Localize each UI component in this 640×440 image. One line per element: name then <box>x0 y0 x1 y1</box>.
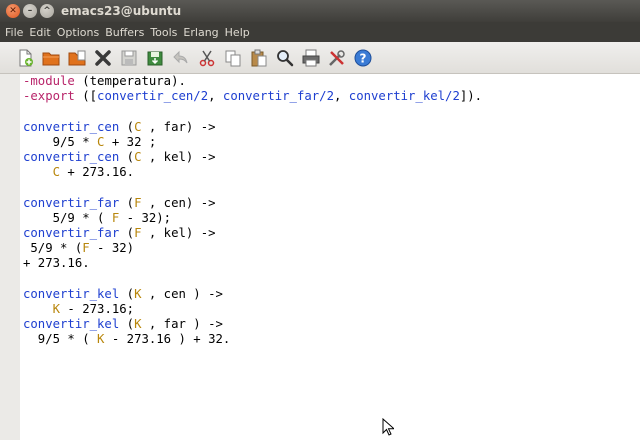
code-line: 5/9 * ( F - 32); <box>23 211 482 226</box>
code-line: convertir_far (F , cen) -> <box>23 196 482 211</box>
new-file-icon[interactable] <box>14 47 36 69</box>
svg-text:?: ? <box>360 51 367 65</box>
code-text-run: 9/5 * ( <box>23 332 98 347</box>
title-bar: ✕ – ^ emacs23@ubuntu <box>0 0 640 22</box>
code-text-run: ( <box>119 317 135 331</box>
paste-icon[interactable] <box>248 47 270 69</box>
code-text-run: ( <box>119 119 135 134</box>
code-text-run: , <box>208 89 223 104</box>
mouse-cursor-icon <box>382 418 394 436</box>
menu-file[interactable]: File <box>4 26 28 39</box>
code-keyword: -module <box>23 74 75 88</box>
code-text-run: - 32); <box>119 210 172 225</box>
cut-icon[interactable] <box>196 47 218 69</box>
print-icon[interactable] <box>300 47 322 69</box>
code-text-run: , kel) -> <box>141 149 216 164</box>
code-function: convertir_kel <box>23 286 120 301</box>
code-line: convertir_far (F , kel) -> <box>23 226 482 241</box>
code-text-run: , far ) -> <box>141 317 223 331</box>
code-line: convertir_cen (C , far) -> <box>23 120 482 135</box>
menu-erlang[interactable]: Erlang <box>182 26 223 39</box>
code-line: + 273.16. <box>23 256 482 271</box>
code-text-run <box>23 165 53 179</box>
code-function: convertir_far <box>23 195 120 210</box>
save-as-icon[interactable] <box>144 47 166 69</box>
code-text-run <box>23 302 53 316</box>
menu-tools[interactable]: Tools <box>149 26 182 39</box>
code-text-run: , kel) -> <box>141 225 216 240</box>
menu-buffers[interactable]: Buffers <box>104 26 149 39</box>
toolbar: ? <box>0 42 640 74</box>
code-line: -export ([convertir_cen/2, convertir_far… <box>23 89 482 104</box>
code-line: -module (temperatura). <box>23 74 482 89</box>
save-icon[interactable] <box>118 47 140 69</box>
copy-icon[interactable] <box>222 47 244 69</box>
code-function: convertir_kel/2 <box>348 89 460 104</box>
code-text-run: 5/9 * ( <box>23 241 83 256</box>
code-text-run: , cen) -> <box>141 195 216 210</box>
code-function: convertir_far <box>23 225 120 240</box>
minimize-window-icon[interactable]: – <box>23 4 37 18</box>
code-variable: F <box>82 241 90 256</box>
code-text-run: ( <box>119 225 135 240</box>
code-text-run: 5/9 * ( <box>23 210 112 225</box>
code-text-run: - 273.16 ) + 32. <box>104 332 231 347</box>
open-dir-icon[interactable] <box>66 47 88 69</box>
close-buffer-icon[interactable] <box>92 47 114 69</box>
undo-icon[interactable] <box>170 47 192 69</box>
code-text-run: ( <box>119 149 135 164</box>
code-text[interactable]: -module (temperatura). -export ([converti… <box>23 74 482 347</box>
code-text-run: , cen ) -> <box>141 286 223 301</box>
code-line: 9/5 * C + 32 ; <box>23 135 482 150</box>
code-line: convertir_kel (K , cen ) -> <box>23 287 482 302</box>
menu-edit[interactable]: Edit <box>28 26 55 39</box>
code-variable: K <box>52 301 61 316</box>
menu-options[interactable]: Options <box>56 26 104 39</box>
code-line: 9/5 * ( K - 273.16 ) + 32. <box>23 332 482 347</box>
code-function: convertir_cen <box>23 149 120 164</box>
code-text-run: + 273.16. <box>23 256 90 271</box>
search-icon[interactable] <box>274 47 296 69</box>
window-title: emacs23@ubuntu <box>61 4 182 18</box>
menu-help[interactable]: Help <box>224 26 255 39</box>
open-folder-icon[interactable] <box>40 47 62 69</box>
close-window-icon[interactable]: ✕ <box>6 4 20 18</box>
code-function: convertir_far/2 <box>222 89 334 104</box>
preferences-icon[interactable] <box>326 47 348 69</box>
code-function: convertir_kel <box>23 317 120 331</box>
code-text-run: ( <box>119 286 135 301</box>
code-line: K - 273.16; <box>23 302 482 317</box>
code-line: C + 273.16. <box>23 165 482 180</box>
code-text-run: ([ <box>74 89 98 104</box>
maximize-window-icon[interactable]: ^ <box>40 4 54 18</box>
code-text-run: + 273.16. <box>60 165 135 180</box>
code-text-run: , far) -> <box>141 119 216 134</box>
menu-bar: File Edit Options Buffers Tools Erlang Help <box>0 22 640 42</box>
code-text-run: - 273.16; <box>60 301 135 316</box>
help-icon[interactable]: ? <box>352 47 374 69</box>
code-text-run: 9/5 * <box>23 134 98 149</box>
code-text-run: + 32 ; <box>104 134 157 149</box>
code-line: 5/9 * (F - 32) <box>23 241 482 256</box>
code-text-run: ]). <box>459 89 483 104</box>
code-text-run: - 32) <box>89 241 135 256</box>
code-line: convertir_kel (K , far ) -> <box>23 317 482 332</box>
code-text-run: ( <box>119 195 135 210</box>
code-keyword: -export <box>23 89 75 104</box>
code-function: convertir_cen/2 <box>97 89 209 104</box>
code-line: convertir_cen (C , kel) -> <box>23 150 482 165</box>
code-text-run: , <box>333 89 349 104</box>
code-variable: C <box>52 165 61 180</box>
code-text-run: (temperatura). <box>74 74 186 88</box>
left-fringe <box>0 74 20 440</box>
code-function: convertir_cen <box>23 119 120 134</box>
